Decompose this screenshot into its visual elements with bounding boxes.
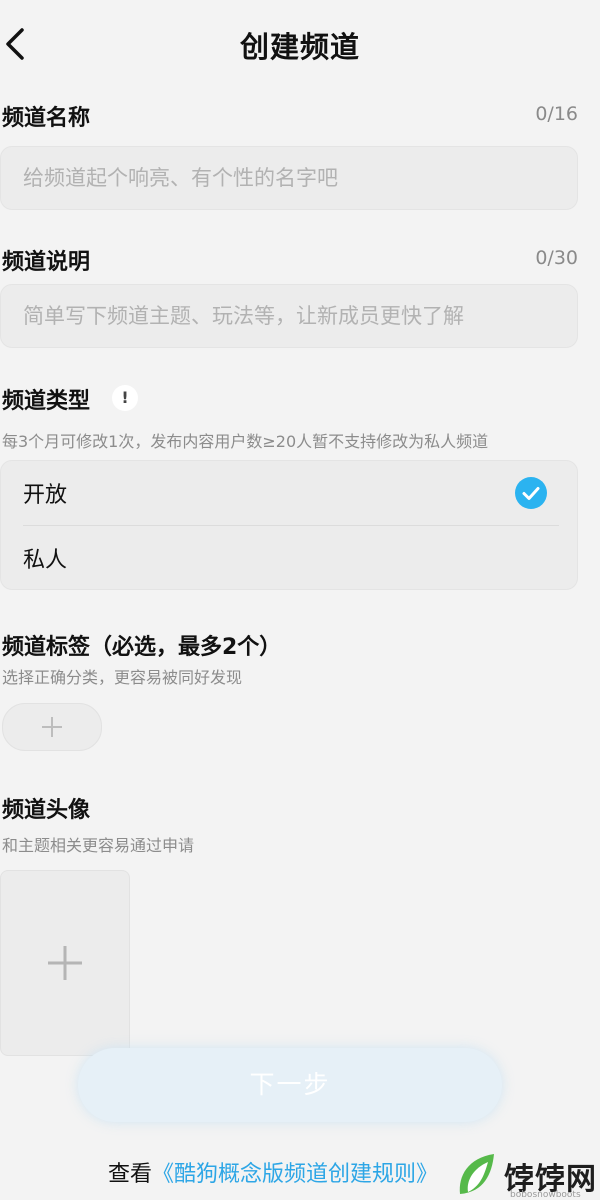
add-tag-button[interactable] <box>2 703 102 751</box>
rules-line: 查看《酷狗概念版频道创建规则》 <box>108 1156 438 1188</box>
watermark-subtext: bobosnowboots <box>510 1190 581 1200</box>
channel-description-input[interactable] <box>1 285 577 347</box>
type-label: 频道类型 <box>2 389 91 414</box>
page-title: 创建频道 <box>239 30 360 64</box>
tags-label: 频道标签（必选，最多2个） <box>2 635 282 660</box>
description-field-box <box>0 284 578 348</box>
type-option-open[interactable]: 开放 <box>1 461 577 525</box>
name-counter: 0/16 <box>535 103 578 125</box>
description-counter: 0/30 <box>535 247 578 269</box>
check-circle-icon <box>515 477 547 509</box>
name-field-box <box>0 146 578 210</box>
name-label: 频道名称 <box>2 106 91 131</box>
exclamation-icon[interactable]: ! <box>112 385 138 411</box>
site-watermark: 饽饽网 bobosnowboots <box>446 1148 600 1200</box>
rules-link[interactable]: 《酷狗概念版频道创建规则》 <box>152 1162 438 1187</box>
avatar-hint: 和主题相关更容易通过申请 <box>2 836 195 855</box>
type-option-label: 开放 <box>23 483 68 508</box>
next-step-button[interactable]: 下一步 <box>78 1048 502 1122</box>
plus-icon <box>48 946 82 980</box>
plus-icon <box>42 717 62 737</box>
rules-prefix: 查看 <box>108 1162 153 1187</box>
leaf-logo-icon <box>459 1154 494 1194</box>
tags-hint: 选择正确分类，更容易被同好发现 <box>2 668 243 687</box>
type-option-private[interactable]: 私人 <box>1 526 577 590</box>
type-hint: 每3个月可修改1次，发布内容用户数≥20人暂不支持修改为私人频道 <box>2 432 489 451</box>
avatar-label: 频道头像 <box>2 798 91 823</box>
description-label: 频道说明 <box>2 250 91 275</box>
channel-name-input[interactable] <box>1 147 577 209</box>
avatar-upload-button[interactable] <box>0 870 130 1056</box>
type-option-label: 私人 <box>23 548 68 573</box>
channel-type-options: 开放 私人 <box>0 460 578 590</box>
